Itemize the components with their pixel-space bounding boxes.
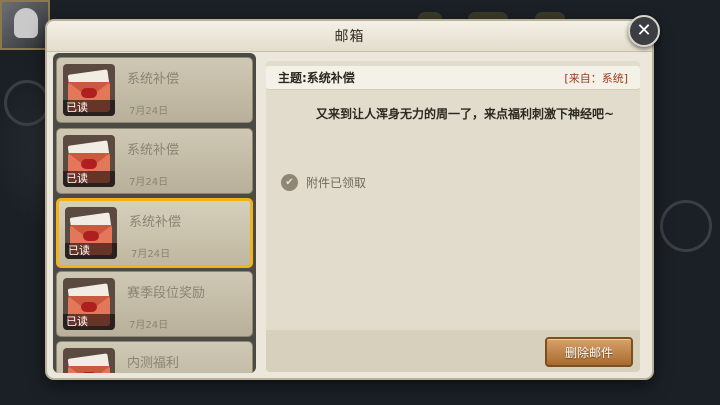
envelope-icon	[63, 348, 115, 373]
mail-sender: [来自：系统]	[564, 71, 628, 85]
mail-detail-subject: 主题:系统补偿	[278, 71, 355, 85]
delete-mail-label: 删除邮件	[564, 345, 613, 360]
mail-list-item[interactable]: 内测福利	[56, 341, 253, 373]
envelope-icon: 已读	[63, 278, 115, 330]
mail-date: 7月24日	[131, 249, 171, 260]
read-badge: 已读	[65, 243, 117, 259]
modal-header: 邮箱	[47, 21, 652, 52]
mail-list-item[interactable]: 已读 系统补偿 7月24日	[56, 57, 253, 123]
mail-subject: 赛季段位奖励	[127, 286, 206, 301]
envelope-icon: 已读	[63, 135, 115, 187]
mail-subject-bar: 主题:系统补偿 [来自：系统]	[266, 66, 640, 90]
mail-subject: 系统补偿	[129, 215, 182, 230]
read-badge: 已读	[63, 100, 115, 116]
envelope-icon: 已读	[63, 64, 115, 116]
player-avatar	[0, 0, 50, 50]
mail-body: 又来到让人浑身无力的周一了，来点福利刺激下神经吧~	[316, 107, 615, 121]
mail-subject: 系统补偿	[127, 72, 180, 87]
mail-subject: 系统补偿	[127, 143, 180, 158]
background-ring	[660, 200, 712, 252]
read-badge: 已读	[63, 171, 115, 187]
close-icon: ✕	[636, 20, 652, 41]
mail-date: 7月24日	[129, 106, 169, 117]
mail-list-item[interactable]: 已读 系统补偿 7月24日	[56, 128, 253, 194]
mail-date: 7月24日	[129, 177, 169, 188]
mail-list[interactable]: 已读 系统补偿 7月24日 已读 系统补偿 7月24日 已读 系统补偿 7月24…	[53, 53, 256, 373]
close-button[interactable]: ✕	[628, 15, 660, 47]
attachment-status-label: 附件已领取	[306, 176, 367, 190]
attachment-status: ✔ 附件已领取	[281, 174, 366, 191]
background-ring	[4, 80, 50, 126]
mail-list-item-selected[interactable]: 已读 系统补偿 7月24日	[56, 198, 253, 268]
mail-date: 7月24日	[129, 320, 169, 331]
mail-list-item[interactable]: 已读 赛季段位奖励 7月24日	[56, 271, 253, 337]
delete-mail-button[interactable]: 删除邮件	[545, 337, 633, 367]
envelope-icon: 已读	[65, 207, 117, 259]
read-badge: 已读	[63, 314, 115, 330]
checkmark-icon: ✔	[281, 174, 298, 191]
modal-title: 邮箱	[334, 29, 365, 45]
mail-subject: 内测福利	[127, 356, 180, 371]
